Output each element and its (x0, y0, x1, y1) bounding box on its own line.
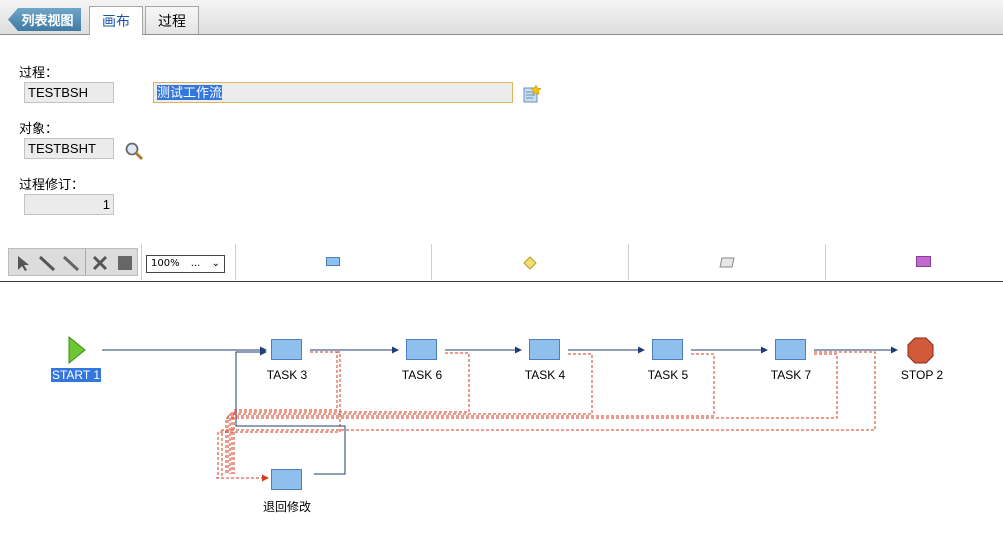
positive-connector-icon[interactable] (38, 254, 56, 272)
node-label-task5: TASK 5 (647, 368, 689, 382)
node-label-stop: STOP 2 (900, 368, 944, 382)
node-label-start: START 1 (50, 368, 102, 382)
diagram-toolbar: 100% ... ⌄ (0, 244, 1003, 282)
zoom-value-suffix: ... (190, 258, 201, 269)
chevron-down-icon: ⌄ (211, 258, 220, 269)
object-field[interactable]: TESTBSHT (24, 138, 114, 159)
back-to-list-button[interactable]: 列表视图 (8, 8, 81, 31)
task-node[interactable] (271, 339, 302, 361)
negative-connector-icon[interactable] (62, 254, 80, 272)
task-node[interactable] (775, 339, 806, 361)
node-label-task6: TASK 6 (401, 368, 443, 382)
process-description-text: 测试工作流 (157, 85, 223, 100)
tool-group (8, 248, 138, 276)
tab-process[interactable]: 过程 (145, 6, 199, 34)
process-description-field[interactable]: 测试工作流 (153, 82, 513, 103)
tab-canvas[interactable]: 画布 (89, 6, 143, 35)
task-node[interactable] (529, 339, 560, 361)
palette-subprocess[interactable] (826, 244, 1003, 280)
delete-icon[interactable] (91, 254, 109, 272)
tab-bar: 列表视图 画布 过程 (0, 0, 1003, 35)
object-label: 对象： (19, 121, 59, 136)
start-node-icon[interactable] (67, 336, 87, 364)
search-icon[interactable] (124, 141, 144, 161)
diagram-canvas[interactable]: START 1 TASK 3 TASK 6 TASK 4 TASK 5 TASK… (0, 282, 1003, 553)
revision-label: 过程修订： (19, 177, 85, 192)
task-node[interactable] (652, 339, 683, 361)
node-label-return: 退回修改 (262, 500, 311, 514)
input-node-icon (719, 257, 735, 268)
node-label-task4: TASK 4 (524, 368, 566, 382)
node-label-task3: TASK 3 (266, 368, 308, 382)
stop-square-icon[interactable] (116, 254, 134, 272)
subprocess-node-icon (916, 256, 931, 267)
process-label: 过程： (19, 65, 59, 80)
toolbar-divider (141, 244, 142, 280)
stop-node-icon[interactable] (907, 337, 934, 364)
diagram-connectors (102, 346, 898, 482)
tool-divider (85, 249, 86, 275)
process-field[interactable]: TESTBSH (24, 82, 114, 103)
palette-decision[interactable] (432, 244, 627, 280)
pointer-icon[interactable] (14, 254, 32, 272)
decision-node-icon (523, 256, 537, 270)
task-node[interactable] (271, 469, 302, 491)
node-label-task7: TASK 7 (770, 368, 812, 382)
zoom-value: 100% (151, 258, 180, 269)
zoom-select[interactable]: 100% ... ⌄ (146, 255, 225, 273)
palette-input[interactable] (629, 244, 824, 280)
save-description-icon[interactable] (522, 84, 542, 104)
task-node-icon (326, 257, 340, 266)
task-node[interactable] (406, 339, 437, 361)
palette-task[interactable] (236, 244, 431, 280)
revision-field[interactable]: 1 (24, 194, 114, 215)
